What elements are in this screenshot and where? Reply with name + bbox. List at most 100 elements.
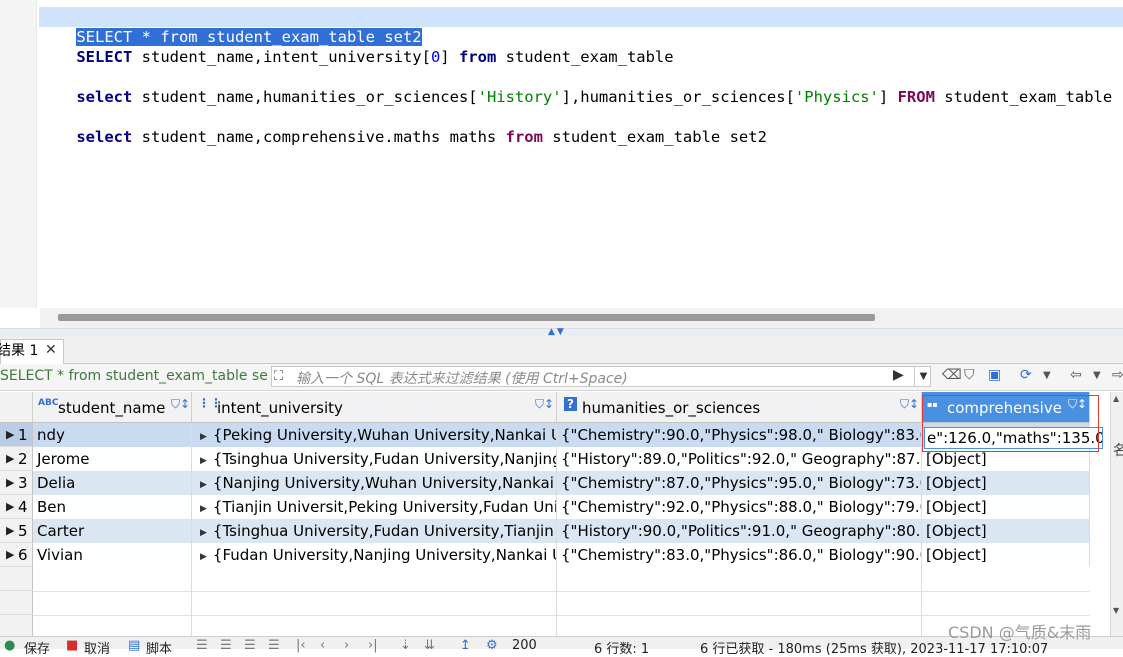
number-literal: 0 <box>430 48 441 66</box>
empty-cell <box>557 567 922 591</box>
code-text: ] <box>440 48 459 66</box>
cell-comprehensive[interactable]: [Object] <box>922 543 1090 567</box>
filter-settings-icon[interactable]: ⛉ <box>964 367 975 383</box>
row-number[interactable]: ▶ 6 <box>0 543 33 567</box>
sort-filter-icon[interactable]: ⛉↕ <box>535 397 554 412</box>
cell-humanities-or-sciences[interactable]: {"History":90.0,"Politics":91.0," Geogra… <box>557 519 922 543</box>
first-page-icon[interactable]: |‹ <box>296 638 306 653</box>
cell-comprehensive[interactable]: [Object] <box>922 495 1090 519</box>
code-line-6[interactable]: select student_name,comprehensive.maths … <box>39 107 767 146</box>
row-number[interactable]: ▶ 3 <box>0 471 33 495</box>
last-page-icon[interactable]: ›| <box>368 638 378 653</box>
tab-results-1[interactable]: 结果 1 ✕ <box>0 339 64 364</box>
save-icon[interactable]: ● <box>4 638 15 653</box>
eraser-icon[interactable]: ⌫ <box>942 367 962 383</box>
cell-intent-university[interactable]: ▶ {Tianjin Universit,Peking University,Fu… <box>192 495 557 519</box>
empty-row <box>0 591 1090 616</box>
cancel-icon[interactable]: ■ <box>66 638 78 653</box>
export-icon[interactable]: ↥ <box>460 638 471 653</box>
keyword: FROM <box>897 88 935 106</box>
cell-humanities-or-sciences[interactable]: {"Chemistry":92.0,"Physics":88.0," Biolo… <box>557 495 922 519</box>
cell-student-name[interactable]: Jerome <box>33 447 192 471</box>
keyword: select <box>76 128 133 146</box>
add-row-icon[interactable]: ☰ <box>196 638 208 653</box>
column-header-student-name[interactable]: ABC student_name ⛉↕ <box>33 392 192 423</box>
refresh-icon[interactable]: ⟳ <box>1020 367 1032 383</box>
table-row[interactable]: ▶ 4 Ben ▶ {Tianjin Universit,Peking Univer… <box>0 495 1090 519</box>
empty-row <box>0 567 1090 592</box>
side-panel-label[interactable]: 名 <box>1113 440 1123 460</box>
cell-humanities-or-sciences[interactable]: {"History":89.0,"Politics":92.0," Geogra… <box>557 447 922 471</box>
sort-filter-icon[interactable]: ⛉↕ <box>900 397 919 412</box>
cell-humanities-or-sciences[interactable]: {"Chemistry":87.0,"Physics":95.0," Biolo… <box>557 471 922 495</box>
cell-student-name[interactable]: Ben <box>33 495 192 519</box>
sort-filter-icon[interactable]: ⛉↕ <box>171 397 190 412</box>
table-row[interactable]: ▶ 6 Vivian ▶ {Fudan University,Nanjing Uni… <box>0 543 1090 567</box>
expand-icon[interactable]: ▶ <box>200 480 207 490</box>
cell-intent-university[interactable]: ▶ {Tsinghua University,Fudan University,T… <box>192 519 557 543</box>
save-filter-icon[interactable]: ▣ <box>988 367 1001 383</box>
row-number[interactable]: ▶ 5 <box>0 519 33 543</box>
prev-page-icon[interactable]: ‹ <box>320 638 325 653</box>
table-row[interactable]: ▶ 5 Carter ▶ {Tsinghua University,Fudan Un… <box>0 519 1090 543</box>
cell-student-name[interactable]: Vivian <box>33 543 192 567</box>
cell-comprehensive[interactable]: [Object] <box>922 471 1090 495</box>
row-number[interactable]: ▶ 2 <box>0 447 33 471</box>
cell-intent-university[interactable]: ▶ {Tsinghua University,Fudan University,N… <box>192 447 557 471</box>
column-header-intent-university[interactable]: ⋮⋮ intent_university ⛉↕ <box>192 392 557 423</box>
splitter-arrows-icon[interactable]: ▲▼ <box>548 327 566 337</box>
expand-icon[interactable]: ▶ <box>200 456 207 466</box>
expand-filter-icon[interactable]: ⛶ <box>274 369 283 384</box>
script-icon[interactable]: ▤ <box>128 638 140 653</box>
code-text: ] <box>878 88 898 106</box>
column-title: intent_university <box>217 399 343 417</box>
column-header-humanities-or-sciences[interactable]: ? humanities_or_sciences ⛉↕ <box>557 392 922 423</box>
cell-student-name[interactable]: Carter <box>33 519 192 543</box>
fetch-size-input[interactable]: 200 <box>512 638 537 653</box>
fetch-all-icon[interactable]: ⇊ <box>424 638 435 653</box>
query-reference[interactable]: SELECT * from student_exam_table se <box>0 368 268 384</box>
back-icon[interactable]: ⇦ <box>1070 367 1082 383</box>
cell-student-name[interactable]: Delia <box>33 471 192 495</box>
fetch-next-icon[interactable]: ⇣ <box>400 638 411 653</box>
cell-intent-university[interactable]: ▶ {Peking University,Wuhan University,Nan… <box>192 423 557 447</box>
delete-row-icon[interactable]: ☰ <box>244 638 256 653</box>
row-number[interactable]: ▶ 1 <box>0 423 33 447</box>
scroll-up-icon[interactable]: ▲ <box>1113 394 1119 403</box>
cell-comprehensive[interactable]: [Object] <box>922 519 1090 543</box>
row-number[interactable]: ▶ 4 <box>0 495 33 519</box>
code-line-4[interactable]: select student_name,humanities_or_scienc… <box>39 67 1123 106</box>
edit-row-icon[interactable]: ☰ <box>268 638 280 653</box>
keyword: SELECT <box>76 48 133 66</box>
cell-intent-university[interactable]: ▶ {Fudan University,Nanjing University,Na… <box>192 543 557 567</box>
row-pointer-icon: ▶ <box>6 452 15 465</box>
copy-row-icon[interactable]: ☰ <box>220 638 232 653</box>
scroll-down-icon[interactable]: ▼ <box>1113 606 1119 615</box>
filter-history-dropdown-icon[interactable]: ▼ <box>914 366 932 387</box>
close-icon[interactable]: ✕ <box>45 339 57 361</box>
highlight-box <box>922 395 1099 452</box>
expand-icon[interactable]: ▶ <box>200 552 207 562</box>
code-line-1[interactable]: SELECT * from student_exam_table set2 <box>39 7 1123 46</box>
editor-scroll-thumb[interactable] <box>58 314 875 321</box>
row-header-corner[interactable] <box>0 392 33 423</box>
next-page-icon[interactable]: › <box>344 638 349 653</box>
apply-filter-icon[interactable]: ▶ <box>893 367 904 383</box>
expand-icon[interactable]: ▶ <box>200 432 207 442</box>
string-literal: 'Physics' <box>794 88 879 106</box>
chevron-down-icon[interactable]: ▼ <box>1093 370 1101 381</box>
table-row[interactable]: ▶ 3 Delia ▶ {Nanjing University,Wuhan Univ… <box>0 471 1090 495</box>
cell-value: {Fudan University,Nanjing University,Nan… <box>212 546 557 564</box>
forward-icon[interactable]: ⇨ <box>1112 367 1123 383</box>
chevron-down-icon[interactable]: ▼ <box>1043 370 1051 381</box>
empty-cell <box>33 591 192 615</box>
expand-icon[interactable]: ▶ <box>200 504 207 514</box>
cell-humanities-or-sciences[interactable]: {"Chemistry":83.0,"Physics":86.0," Biolo… <box>557 543 922 567</box>
cell-humanities-or-sciences[interactable]: {"Chemistry":90.0,"Physics":98.0," Biolo… <box>557 423 922 447</box>
sql-editor[interactable]: SELECT * from student_exam_table set2 SE… <box>0 0 1123 308</box>
cell-intent-university[interactable]: ▶ {Nanjing University,Wuhan University,Na… <box>192 471 557 495</box>
expand-icon[interactable]: ▶ <box>200 528 207 538</box>
cell-student-name[interactable]: ndy <box>33 423 192 447</box>
code-line-2[interactable]: SELECT student_name,intent_university[0]… <box>39 27 673 66</box>
gear-icon[interactable]: ⚙ <box>486 638 498 653</box>
